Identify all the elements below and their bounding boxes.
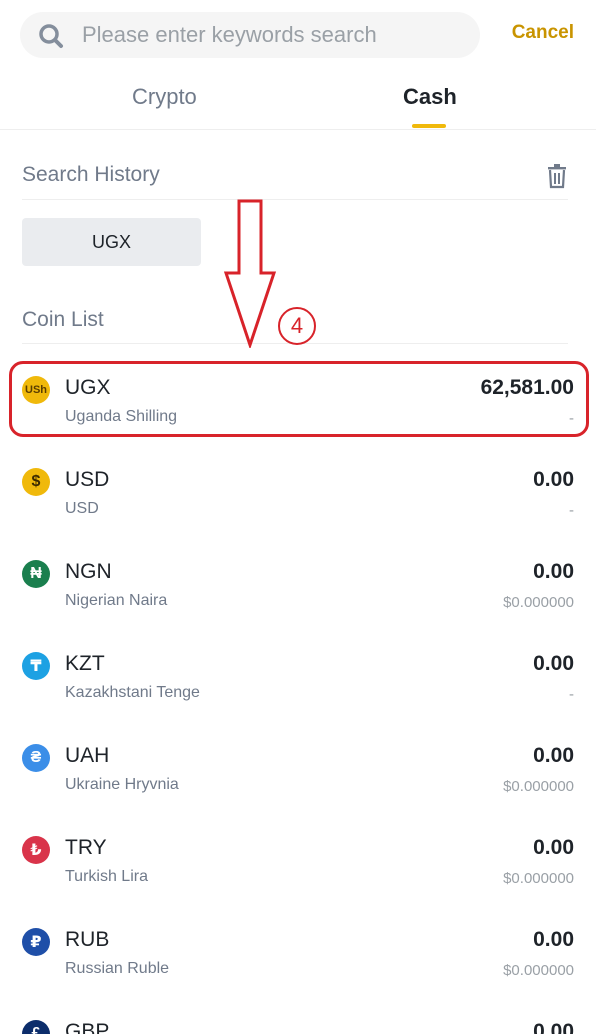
- coin-amount: 0.00: [533, 560, 574, 583]
- kzt-coin-icon: ₸: [22, 652, 50, 680]
- history-chip-ugx[interactable]: UGX: [22, 218, 201, 266]
- gbp-coin-icon: £: [22, 1020, 50, 1034]
- trash-icon[interactable]: [545, 163, 569, 189]
- rub-coin-icon: ₽: [22, 928, 50, 956]
- coin-amount: 0.00: [533, 928, 574, 951]
- cancel-button[interactable]: Cancel: [512, 22, 574, 44]
- coin-symbol: UAH: [65, 744, 110, 767]
- coin-name: Turkish Lira: [65, 868, 148, 885]
- coin-name: Kazakhstani Tenge: [65, 684, 200, 701]
- coin-symbol: USD: [65, 468, 110, 491]
- tab-cash[interactable]: Cash: [403, 84, 457, 110]
- tab-crypto[interactable]: Crypto: [132, 84, 197, 110]
- try-coin-icon: ₺: [22, 836, 50, 864]
- search-history-title: Search History: [22, 163, 160, 186]
- coin-amount: 0.00: [533, 468, 574, 491]
- coin-value: $0.000000: [503, 594, 574, 611]
- divider: [22, 199, 568, 200]
- coin-amount: 0.00: [533, 836, 574, 859]
- search-box[interactable]: [20, 12, 480, 58]
- coin-list-title: Coin List: [22, 308, 104, 331]
- coin-symbol: TRY: [65, 836, 107, 859]
- coin-name: Russian Ruble: [65, 960, 170, 977]
- uah-coin-icon: ₴: [22, 744, 50, 772]
- search-input[interactable]: [82, 12, 472, 58]
- search-icon: [39, 24, 63, 48]
- coin-symbol: KZT: [65, 652, 105, 675]
- annotation-step-number: 4: [278, 307, 316, 345]
- tab-bar: Crypto Cash: [0, 70, 596, 130]
- coin-amount: 0.00: [533, 652, 574, 675]
- coin-value: -: [569, 686, 574, 703]
- coin-row-kzt[interactable]: ₸ KZT Kazakhstani Tenge 0.00 -: [0, 636, 596, 728]
- coin-value: $0.000000: [503, 962, 574, 979]
- coin-symbol: NGN: [65, 560, 112, 583]
- coin-name: Ukraine Hryvnia: [65, 776, 179, 793]
- coin-row-rub[interactable]: ₽ RUB Russian Ruble 0.00 $0.000000: [0, 912, 596, 1004]
- search-bar: Cancel: [0, 0, 596, 70]
- annotation-arrow: [223, 199, 277, 348]
- coin-symbol: RUB: [65, 928, 110, 951]
- coin-amount: 0.00: [533, 744, 574, 767]
- ngn-coin-icon: ₦: [22, 560, 50, 588]
- coin-name: USD: [65, 500, 99, 517]
- coin-row-gbp[interactable]: £ GBP 0.00: [0, 1004, 596, 1034]
- highlight-box: [9, 361, 589, 437]
- coin-symbol: GBP: [65, 1020, 110, 1034]
- coin-row-uah[interactable]: ₴ UAH Ukraine Hryvnia 0.00 $0.000000: [0, 728, 596, 820]
- usd-coin-icon: $: [22, 468, 50, 496]
- coin-value: $0.000000: [503, 870, 574, 887]
- coin-value: $0.000000: [503, 778, 574, 795]
- coin-value: -: [569, 502, 574, 519]
- coin-row-ngn[interactable]: ₦ NGN Nigerian Naira 0.00 $0.000000: [0, 544, 596, 636]
- coin-row-usd[interactable]: $ USD USD 0.00 -: [0, 452, 596, 544]
- coin-name: Nigerian Naira: [65, 592, 168, 609]
- coin-amount: 0.00: [533, 1020, 574, 1034]
- coin-row-try[interactable]: ₺ TRY Turkish Lira 0.00 $0.000000: [0, 820, 596, 912]
- active-tab-indicator: [412, 124, 446, 128]
